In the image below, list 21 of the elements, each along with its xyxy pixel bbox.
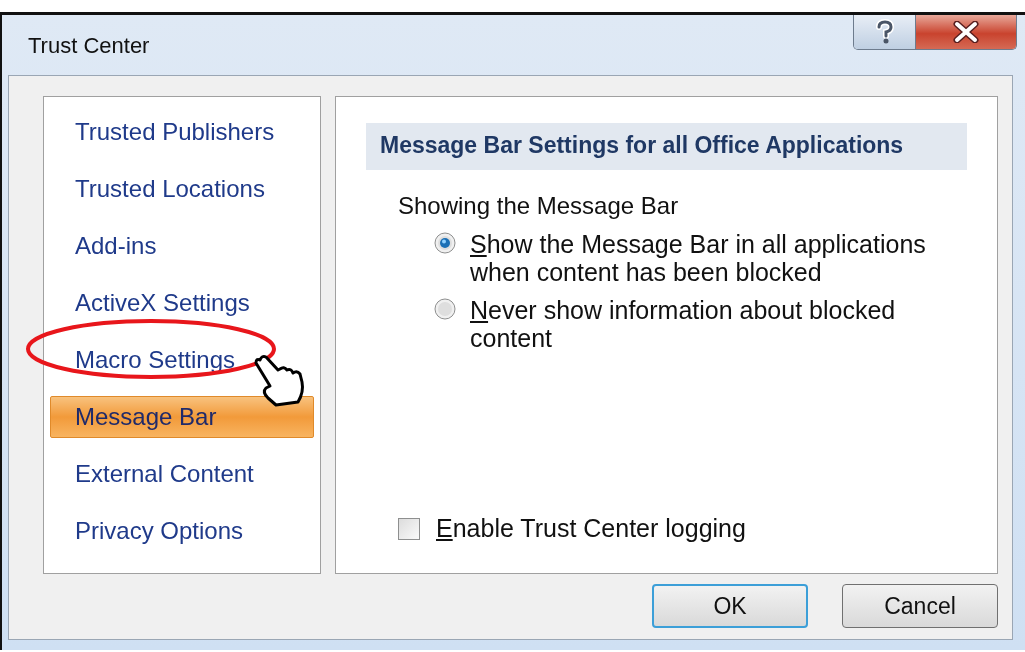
sidebar-item[interactable]: Trusted Publishers [50,111,314,153]
close-icon[interactable] [916,15,1016,49]
sidebar-item[interactable]: Add-ins [50,225,314,267]
window-title: Trust Center [28,33,150,59]
sidebar-item[interactable]: External Content [50,453,314,495]
radio-label: Show the Message Bar in all applications when content has been blocked [470,230,927,286]
sidebar-item[interactable]: ActiveX Settings [50,282,314,324]
sidebar-item[interactable]: Message Bar [50,396,314,438]
checkbox[interactable] [398,517,420,540]
help-icon[interactable] [854,15,916,49]
ok-button[interactable]: OK [652,584,808,628]
sidebar-item[interactable]: Privacy Options [50,510,314,552]
radio-label: Never show information about blocked content [470,296,897,352]
sidebar-item[interactable]: Trusted Locations [50,168,314,210]
radio-button[interactable] [434,298,456,320]
section-heading: Message Bar Settings for all Office Applications [366,123,967,170]
group-label: Showing the Message Bar [398,192,680,220]
radio-button[interactable] [434,232,456,254]
checkbox-label: Enable Trust Center logging [436,514,746,543]
sidebar-item[interactable]: Macro Settings [50,339,314,381]
cancel-button[interactable]: Cancel [842,584,998,628]
